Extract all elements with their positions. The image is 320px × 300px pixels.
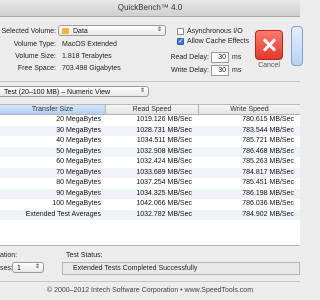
footer-copyright: © 2000–2012 Intech Software Corporation … [46,287,254,294]
cell-read-speed: 1032.424 MB/Sec [136,158,192,165]
start-button[interactable] [291,26,303,66]
divider [0,81,300,82]
cell-transfer-size: 80 MegaBytes [56,179,101,186]
table-row[interactable]: 70 MegaBytes 1033.689 MB/Sec 784.817 MB/Se… [0,167,300,178]
test-select[interactable]: Test (20–100 MB) – Numeric View ⇕ [0,86,149,97]
results-table: Transfer Size Read Speed Write Speed 20 … [0,104,300,246]
cell-read-speed: 1032.908 MB/Sec [136,147,192,155]
cell-read-speed: 1019.126 MB/Sec [136,116,192,123]
volume-size-label: Volume Size: [15,53,56,60]
allow-cache-checkbox[interactable] [177,37,184,45]
volume-select[interactable]: Data ⇕ [58,25,166,36]
volume-select-value: Data [73,28,88,35]
cell-transfer-size: 30 MegaBytes [56,126,101,134]
divider [0,281,300,282]
window-title: QuickBench™ 4.0 [0,0,300,17]
cell-transfer-size: 50 MegaBytes [56,147,101,155]
table-row[interactable]: 50 MegaBytes 1032.908 MB/Sec 786.468 MB/Se… [0,146,300,157]
allow-cache-label: Allow Cache Effects [187,38,250,45]
volume-size-value: 1.818 Terabytes [62,53,112,60]
table-row[interactable]: 30 MegaBytes 1028.731 MB/Sec 783.544 MB/Se… [0,125,300,136]
read-delay-field[interactable]: 30 [211,52,229,63]
table-row[interactable]: 100 MegaBytes 1042.066 MB/Sec 786.036 MB/S… [0,199,300,210]
table-row[interactable]: 20 MegaBytes 1019.126 MB/Sec 780.615 MB/Se… [0,115,300,126]
free-space-value: 703.498 Gigabytes [62,65,121,72]
cell-read-speed: 1034.325 MB/Sec [136,189,192,197]
cancel-label: Cancel [258,62,280,69]
table-header: Transfer Size Read Speed Write Speed [0,105,300,115]
volume-type-value: MacOS Extended [62,41,117,48]
cell-write-speed: 786.036 MB/Sec [242,200,294,207]
passes-label: ses: [0,265,13,272]
header-read-speed[interactable]: Read Speed [106,105,199,114]
cell-write-speed: 780.615 MB/Sec [242,116,294,123]
volume-type-label: Volume Type: [13,41,56,48]
cell-write-speed: 785.721 MB/Sec [242,137,294,144]
write-delay-unit: ms [232,67,242,74]
header-write-speed[interactable]: Write Speed [199,105,300,114]
iterations-label: ation: [0,252,18,259]
folder-icon [62,28,69,34]
chevron-updown-icon: ⇕ [34,264,40,270]
cell-write-speed: 785.263 MB/Sec [242,158,294,165]
header-transfer-size[interactable]: Transfer Size [0,105,106,114]
cancel-button[interactable] [255,30,283,60]
cell-transfer-size: 90 MegaBytes [56,189,101,197]
cell-read-speed: 1028.731 MB/Sec [136,126,192,134]
table-row[interactable]: 80 MegaBytes 1037.254 MB/Sec 785.451 MB/Se… [0,178,300,189]
async-io-label: Asynchronous I/O [187,28,243,35]
cell-read-speed: 1032.782 MB/Sec [136,210,192,218]
read-delay-unit: ms [232,54,242,61]
cell-read-speed: 1037.254 MB/Sec [136,179,192,186]
cell-write-speed: 785.451 MB/Sec [242,179,294,186]
chevron-updown-icon: ⇕ [156,27,162,33]
free-space-label: Free Space: [17,65,56,72]
cell-transfer-size: 20 MegaBytes [56,116,101,123]
table-row[interactable]: 60 MegaBytes 1032.424 MB/Sec 785.263 MB/Se… [0,157,300,168]
selected-volume-label: Selected Volume: [1,28,56,35]
async-io-checkbox[interactable] [177,28,184,35]
cell-write-speed: 786.198 MB/Sec [242,189,294,197]
test-status-label: Test Status: [66,252,103,259]
cell-transfer-size: 70 MegaBytes [56,168,101,176]
cell-read-speed: 1034.511 MB/Sec [136,137,192,144]
cell-read-speed: 1042.066 MB/Sec [136,200,192,207]
chevron-updown-icon: ⇕ [139,88,145,94]
cell-transfer-size: 60 MegaBytes [56,158,101,165]
table-row[interactable]: Extended Test Averages 1032.782 MB/Sec 784… [0,209,300,220]
cell-transfer-size: 40 MegaBytes [56,137,101,144]
cell-read-speed: 1033.689 MB/Sec [136,168,192,176]
cell-write-speed: 784.902 MB/Sec [242,210,294,218]
passes-select[interactable]: 1 ⇕ [12,262,44,273]
table-row[interactable]: 90 MegaBytes 1034.325 MB/Sec 786.198 MB/Se… [0,188,300,199]
cell-transfer-size: 100 MegaBytes [52,200,101,207]
cell-write-speed: 786.468 MB/Sec [242,147,294,155]
cell-write-speed: 784.817 MB/Sec [242,168,294,176]
test-select-value: Test (20–100 MB) – Numeric View [4,89,111,96]
table-row[interactable]: 40 MegaBytes 1034.511 MB/Sec 785.721 MB/Se… [0,136,300,147]
test-status-value: Extended Tests Completed Successfully [62,262,300,275]
cell-transfer-size: Extended Test Averages [25,210,101,218]
passes-select-value: 1 [17,265,21,272]
write-delay-field[interactable]: 30 [211,65,229,76]
read-delay-label: Read Delay: [170,54,209,61]
cell-write-speed: 783.544 MB/Sec [242,126,294,134]
table-body: 20 MegaBytes 1019.126 MB/Sec 780.615 MB/Se… [0,115,300,220]
write-delay-label: Write Delay: [171,67,209,74]
